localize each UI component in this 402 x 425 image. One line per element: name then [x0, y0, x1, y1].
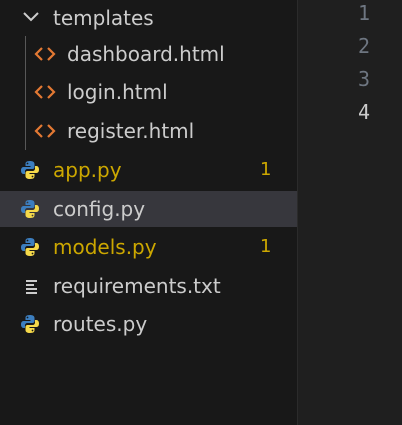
file-label: register.html	[67, 119, 195, 143]
python-icon	[21, 200, 39, 218]
file-label: login.html	[67, 80, 168, 104]
file-register-html[interactable]: register.html	[0, 113, 297, 149]
html-icon	[34, 47, 56, 61]
file-label: app.py	[53, 158, 122, 182]
file-label: models.py	[53, 235, 157, 259]
problem-count-badge: 1	[260, 159, 272, 180]
line-number-active: 4	[357, 100, 370, 124]
python-icon	[21, 315, 39, 333]
editor-gutter[interactable]: 1 2 3 4	[298, 0, 402, 425]
html-icon	[34, 85, 56, 99]
file-dashboard-html[interactable]: dashboard.html	[0, 36, 297, 72]
text-file-icon	[26, 280, 37, 294]
folder-label: templates	[53, 6, 154, 30]
file-app-py[interactable]: app.py 1	[0, 152, 297, 188]
file-requirements-txt[interactable]: requirements.txt	[0, 268, 297, 304]
file-routes-py[interactable]: routes.py	[0, 306, 297, 342]
problem-count-badge: 1	[260, 236, 272, 257]
vscode-window: templates dashboard.html login.html regi…	[0, 0, 402, 425]
html-icon	[34, 124, 56, 138]
file-config-py[interactable]: config.py	[0, 191, 297, 227]
file-label: dashboard.html	[67, 42, 225, 66]
line-number: 3	[357, 67, 370, 91]
python-icon	[21, 238, 39, 256]
line-number: 1	[357, 1, 370, 25]
file-label: config.py	[53, 197, 146, 221]
file-models-py[interactable]: models.py 1	[0, 229, 297, 265]
file-explorer: templates dashboard.html login.html regi…	[0, 0, 297, 425]
python-icon	[21, 161, 39, 179]
file-label: routes.py	[53, 312, 148, 336]
file-login-html[interactable]: login.html	[0, 74, 297, 110]
chevron-down-icon[interactable]	[22, 10, 40, 24]
line-number: 2	[357, 34, 370, 58]
file-label: requirements.txt	[53, 274, 221, 298]
folder-templates[interactable]: templates	[0, 0, 297, 36]
